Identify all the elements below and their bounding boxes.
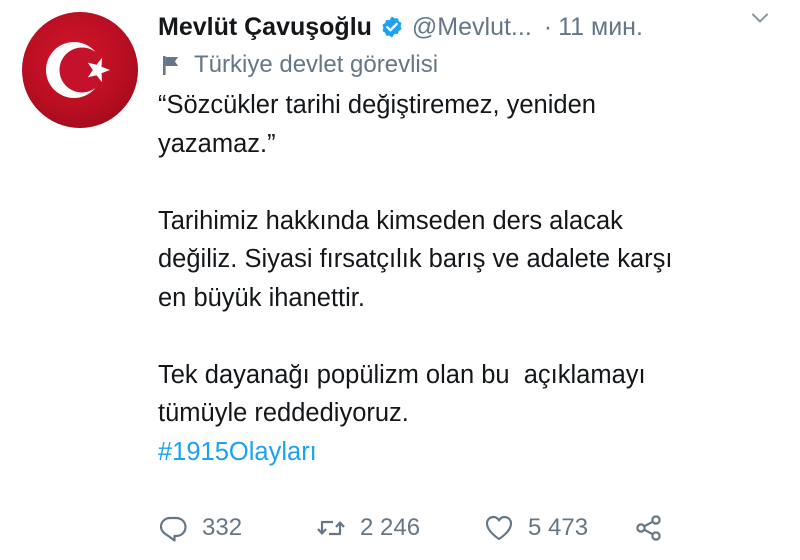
tweet-paragraph: Tek dayanağı popülizm olan bu açıklamayı… — [158, 360, 646, 428]
reply-icon — [159, 516, 187, 542]
account-label: Türkiye devlet görevlisi — [160, 50, 438, 80]
retweet-count: 2 246 — [360, 514, 421, 541]
reply-button[interactable]: 332 — [158, 513, 268, 543]
hashtag-link[interactable]: #1915Olayları — [158, 433, 778, 472]
flag-icon — [163, 56, 179, 75]
tweet-header: Mevlüt Çavuşoğlu @Mevlut... · 11 мин. — [158, 10, 788, 44]
tweet-paragraph: “Sözcükler tarihi değiştiremez, yeniden … — [158, 91, 596, 158]
account-label-text: Türkiye devlet görevlisi — [194, 51, 439, 78]
reply-count: 332 — [202, 514, 243, 541]
heart-icon — [485, 515, 513, 541]
verified-badge-icon — [382, 16, 402, 38]
like-count: 5 473 — [528, 514, 589, 541]
author-name[interactable]: Mevlüt Çavuşoğlu — [158, 13, 372, 42]
retweet-button[interactable]: 2 246 — [316, 513, 466, 543]
chevron-down-icon[interactable] — [750, 8, 770, 28]
tweet-paragraph: Tarihimiz hakkında kimseden ders alacak … — [158, 206, 673, 312]
tweet-actions: 332 2 246 5 473 — [158, 508, 788, 548]
tweet-timestamp[interactable]: 11 мин. — [558, 13, 643, 42]
tweet-text: “Sözcükler tarihi değiştiremez, yeniden … — [158, 86, 778, 471]
avatar[interactable] — [22, 12, 138, 128]
share-button[interactable] — [634, 513, 678, 543]
like-button[interactable]: 5 473 — [484, 513, 624, 543]
separator-dot: · — [543, 12, 553, 41]
retweet-icon — [317, 520, 345, 536]
turkish-flag-icon — [46, 42, 110, 98]
author-handle[interactable]: @Mevlut... — [412, 13, 532, 42]
share-icon — [636, 515, 661, 541]
